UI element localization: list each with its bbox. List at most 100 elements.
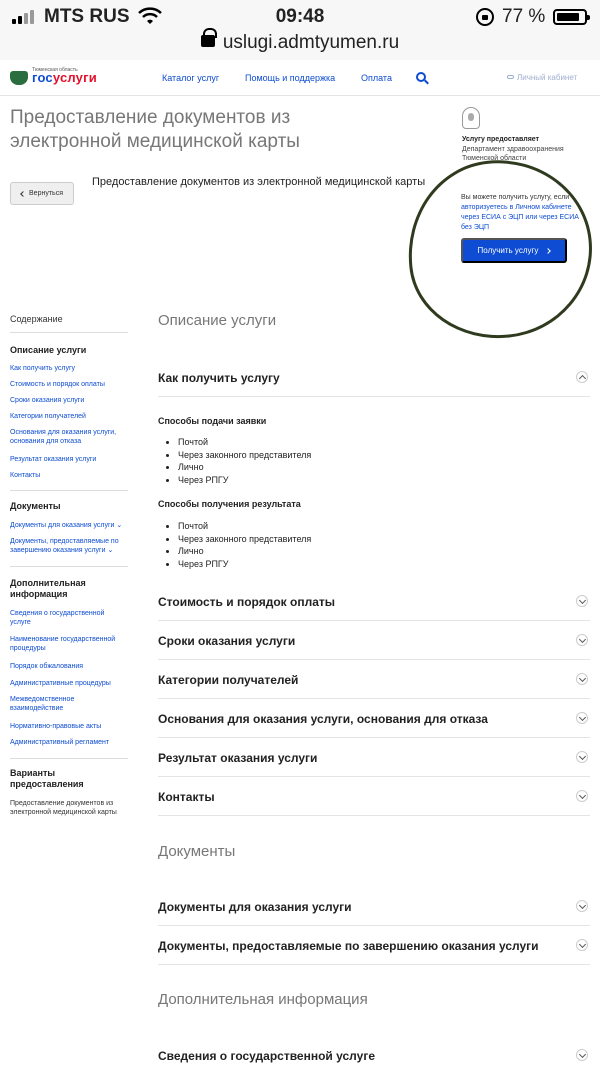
chevron-down-icon[interactable] bbox=[576, 939, 588, 951]
list-item: Через РПГУ bbox=[166, 474, 311, 487]
accordion-title: Категории получателей bbox=[158, 673, 299, 687]
list-item: Почтой bbox=[166, 436, 311, 449]
list-item: Через законного представителя bbox=[166, 533, 311, 546]
chevron-down-icon[interactable] bbox=[576, 1049, 588, 1061]
list-item: Почтой bbox=[166, 520, 311, 533]
lock-icon bbox=[200, 28, 217, 47]
get-service-label: Получить услугу bbox=[477, 246, 539, 255]
nav-help[interactable]: Помощь и поддержка bbox=[245, 73, 335, 83]
sidebar-link-docs-for-service[interactable]: Документы для оказания услуги ⌄ bbox=[10, 521, 122, 530]
sidebar-link-admin-procedures[interactable]: Административные процедуры bbox=[10, 679, 111, 688]
site-header: Тюменская область госуслуги Каталог услу… bbox=[0, 62, 600, 96]
auth-note: Вы можете получить услугу, если авторизу… bbox=[461, 193, 587, 233]
sidebar-link-docs-on-completion[interactable]: Документы, предоставляемые по завершению… bbox=[10, 537, 126, 555]
cabinet-label: Личный кабинет bbox=[517, 73, 578, 82]
accordion-terms[interactable]: Сроки оказания услуги bbox=[158, 621, 590, 660]
personal-cabinet-link[interactable]: Личный кабинет bbox=[507, 73, 577, 82]
chevron-down-icon[interactable] bbox=[576, 751, 588, 763]
sidebar-link-contacts[interactable]: Контакты bbox=[10, 471, 40, 480]
sidebar-link-legal-acts[interactable]: Нормативно-правовые акты bbox=[10, 722, 101, 731]
search-icon[interactable] bbox=[416, 72, 426, 82]
accordion-result[interactable]: Результат оказания услуги bbox=[158, 738, 590, 777]
page-title: Предоставление документов из электронной… bbox=[10, 107, 300, 152]
sidebar-link-grounds[interactable]: Основания для оказания услуги, основания… bbox=[10, 428, 126, 446]
chevron-down-icon[interactable] bbox=[576, 634, 588, 646]
sidebar-link-appeal[interactable]: Порядок обжалования bbox=[10, 662, 83, 671]
get-service-button[interactable]: Получить услугу bbox=[461, 238, 567, 263]
gosuslugi-logo[interactable]: Тюменская область госуслуги bbox=[10, 67, 97, 85]
sidebar-section-variants: Варианты предоставления bbox=[10, 768, 84, 789]
sidebar-link-procedure-name[interactable]: Наименование государственной процедуры bbox=[10, 635, 126, 653]
accordion-how-to-get[interactable]: Как получить услугу bbox=[158, 358, 590, 397]
sidebar-link-service-info[interactable]: Сведения о государственной услуге bbox=[10, 609, 120, 627]
list-item: Через законного представителя bbox=[166, 449, 311, 462]
battery-icon bbox=[553, 9, 590, 25]
provider-label: Услугу предоставляет bbox=[462, 136, 540, 143]
sidebar-variant-text: Предоставление документов из электронной… bbox=[10, 800, 117, 816]
service-subtitle: Предоставление документов из электронной… bbox=[92, 176, 426, 188]
sidebar-link-terms[interactable]: Сроки оказания услуги bbox=[10, 396, 84, 405]
accordion-categories[interactable]: Категории получателей bbox=[158, 660, 590, 699]
accordion-title: Документы для оказания услуги bbox=[158, 900, 352, 914]
receive-methods-heading: Способы получения результата bbox=[158, 499, 301, 509]
accordion-title: Документы, предоставляемые по завершению… bbox=[158, 939, 539, 953]
additional-heading: Дополнительная информация bbox=[158, 991, 368, 1008]
divider bbox=[10, 490, 128, 491]
url-text: uslugi.admtyumen.ru bbox=[222, 32, 400, 53]
accordion-title: Контакты bbox=[158, 790, 215, 804]
provider-name: Департамент здравоохранения Тюменской об… bbox=[462, 146, 564, 162]
coat-of-arms-icon bbox=[462, 107, 480, 129]
submit-methods-heading: Способы подачи заявки bbox=[158, 416, 267, 426]
accordion-title: Основания для оказания услуги, основания… bbox=[158, 712, 488, 726]
accordion-title: Результат оказания услуги bbox=[158, 751, 318, 765]
url-bar[interactable]: uslugi.admtyumen.ru bbox=[0, 28, 600, 60]
chevron-down-icon[interactable] bbox=[576, 790, 588, 802]
chevron-down-icon[interactable] bbox=[576, 673, 588, 685]
status-bar: MTS RUS 09:48 77 % bbox=[0, 0, 600, 32]
key-icon bbox=[507, 75, 514, 79]
accordion-docs-for-service[interactable]: Документы для оказания услуги bbox=[158, 887, 590, 926]
list-item: Через РПГУ bbox=[166, 558, 311, 571]
battery-percent: 77 % bbox=[502, 6, 546, 27]
accordion-service-info[interactable]: Сведения о государственной услуге bbox=[158, 1036, 590, 1066]
sidebar-link-interagency[interactable]: Межведомственное взаимодействие bbox=[10, 695, 100, 713]
accordion-docs-on-completion[interactable]: Документы, предоставляемые по завершению… bbox=[158, 926, 590, 965]
accordion-cost[interactable]: Стоимость и порядок оплаты bbox=[158, 582, 590, 621]
chevron-down-icon[interactable] bbox=[576, 712, 588, 724]
sidebar-section-additional: Дополнительная информация bbox=[10, 578, 86, 599]
accordion-title: Стоимость и порядок оплаты bbox=[158, 595, 335, 609]
receive-methods-list: Почтой Через законного представителя Лич… bbox=[166, 520, 311, 570]
sidebar-link-categories[interactable]: Категории получателей bbox=[10, 412, 86, 421]
accordion-grounds[interactable]: Основания для оказания услуги, основания… bbox=[158, 699, 590, 738]
chevron-right-icon bbox=[545, 247, 552, 254]
chevron-down-icon[interactable] bbox=[576, 900, 588, 912]
accordion-contacts[interactable]: Контакты bbox=[158, 777, 590, 816]
nav-catalog[interactable]: Каталог услуг bbox=[162, 73, 219, 83]
description-heading: Описание услуги bbox=[158, 312, 277, 329]
sidebar-section-description: Описание услуги bbox=[10, 345, 87, 355]
chevron-up-icon[interactable] bbox=[576, 371, 588, 383]
nav-payment[interactable]: Оплата bbox=[361, 73, 392, 83]
sidebar-link-how-to-get[interactable]: Как получить услугу bbox=[10, 364, 75, 373]
accordion-title: Как получить услугу bbox=[158, 371, 280, 385]
logo-region-label: Тюменская область bbox=[32, 67, 78, 73]
chevron-down-icon[interactable] bbox=[576, 595, 588, 607]
sidebar-section-documents: Документы bbox=[10, 501, 61, 511]
back-button[interactable]: Вернуться bbox=[10, 182, 74, 205]
list-item: Лично bbox=[166, 461, 311, 474]
sidebar-link-cost[interactable]: Стоимость и порядок оплаты bbox=[10, 380, 105, 389]
auth-link[interactable]: авторизуетесь в Личном кабинете через ЕС… bbox=[461, 204, 579, 231]
documents-heading: Документы bbox=[158, 843, 236, 860]
auth-note-text: Вы можете получить услугу, если bbox=[461, 194, 570, 201]
region-emblem-icon bbox=[10, 70, 28, 85]
accordion-title: Сведения о государственной услуге bbox=[158, 1049, 375, 1063]
sidebar-link-result[interactable]: Результат оказания услуги bbox=[10, 455, 96, 464]
back-label: Вернуться bbox=[29, 190, 63, 197]
divider bbox=[10, 758, 128, 759]
chevron-left-icon bbox=[20, 190, 26, 197]
sidebar-heading: Содержание bbox=[10, 314, 63, 324]
rotation-lock-icon bbox=[476, 8, 494, 26]
accordion-title: Сроки оказания услуги bbox=[158, 634, 296, 648]
submit-methods-list: Почтой Через законного представителя Лич… bbox=[166, 436, 311, 486]
sidebar-link-regulation[interactable]: Административный регламент bbox=[10, 738, 109, 747]
